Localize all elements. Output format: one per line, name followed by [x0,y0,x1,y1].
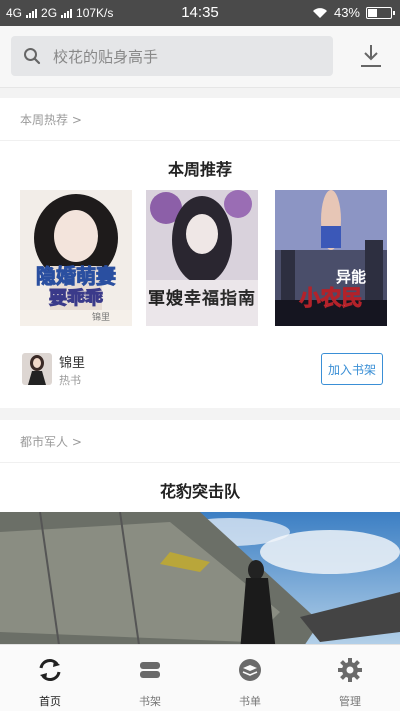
book-cover[interactable]: 异能 小农民 [275,190,387,326]
search-box[interactable]: 校花的贴身高手 [11,36,333,76]
author-name[interactable]: 锦里 [59,352,85,371]
banner-image[interactable] [0,512,400,644]
book-cover[interactable]: 隐婚萌妻 要乖乖 锦里 [20,190,132,326]
section-tag[interactable]: 本周热荐 > [20,111,82,128]
section-title: 本周推荐 [167,160,232,179]
add-to-shelf-button[interactable]: 加入书架 [321,353,383,385]
status-bar: 4G 2G 107K/s 14:35 43% [0,0,400,26]
section-tag[interactable]: 都市军人 > [20,433,82,450]
nav-home[interactable]: 首页 [0,645,100,711]
wifi-icon [312,7,327,18]
refresh-icon [39,659,61,681]
gear-icon [338,658,362,682]
section-title: 花豹突击队 [159,482,240,501]
nav-label: 首页 [39,695,61,708]
nav-booklist[interactable]: 书单 [200,645,300,711]
book-cover[interactable]: 軍嫂幸福指南 [146,190,258,326]
nav-label: 书单 [239,695,261,708]
download-icon[interactable] [356,42,386,70]
nav-label: 管理 [339,695,361,708]
divider [0,140,400,141]
battery-percent: 43% [333,5,360,20]
nav-bookshelf[interactable]: 书架 [100,645,200,711]
nav-manage[interactable]: 管理 [300,645,400,711]
booklist-icon [239,659,261,681]
weekly-recommend-section: 本周热荐 > 本周推荐 隐婚萌妻 要乖乖 锦里 軍嫂幸福指南 异能 小农民 锦里… [0,98,400,408]
cover-title: 小农民 [299,285,363,311]
avatar[interactable] [22,353,52,385]
cover-author: 锦里 [91,313,110,323]
divider [0,462,400,463]
search-input[interactable]: 校花的贴身高手 [53,46,158,67]
cover-subtitle: 要乖乖 [49,288,104,310]
author-subtitle: 热书 [59,374,81,387]
search-icon [24,48,41,65]
cover-title: 軍嫂幸福指南 [148,289,256,309]
bottom-nav: 首页 书架 书单 管理 [0,644,400,711]
urban-soldier-section: 都市军人 > 花豹突击队 [0,420,400,644]
bookshelf-icon [140,662,160,678]
battery-icon [366,6,395,19]
search-header: 校花的贴身高手 [0,26,400,88]
nav-label: 书架 [139,695,161,708]
